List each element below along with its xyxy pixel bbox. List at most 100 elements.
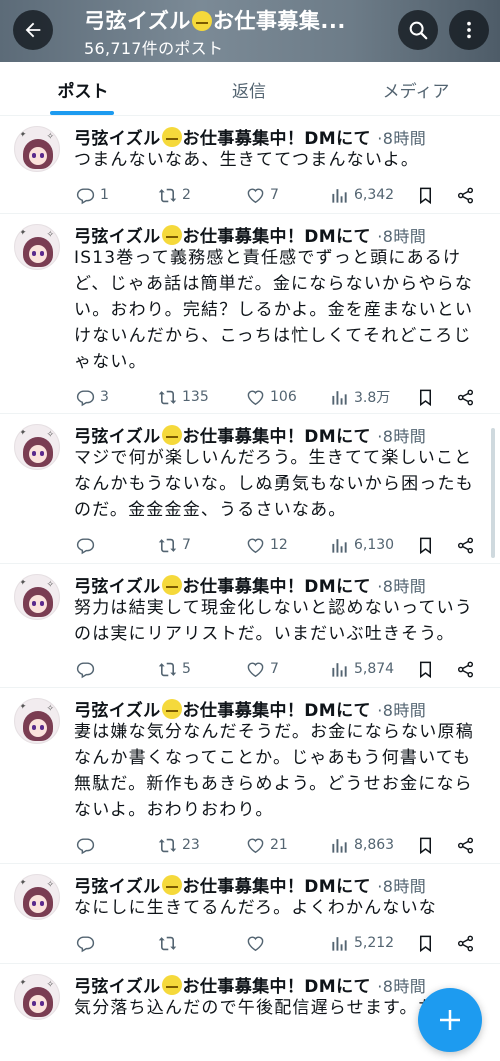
- sparkle-icon: ✦: [19, 130, 27, 140]
- views-button[interactable]: 8,863: [330, 833, 394, 857]
- views-button[interactable]: 6,342: [330, 183, 394, 207]
- like-button[interactable]: 12: [246, 533, 288, 557]
- tab-posts[interactable]: ポスト: [0, 62, 166, 116]
- post-author[interactable]: 弓弦イズル お仕事募集中！DMにて ·8時間: [74, 572, 426, 597]
- arrow-left-icon: [25, 22, 41, 38]
- tab-media[interactable]: メディア: [332, 62, 500, 116]
- avatar[interactable]: ✦ ✧: [14, 974, 60, 1020]
- post-author[interactable]: 弓弦イズル お仕事募集中！DMにて ·8時間: [74, 222, 426, 247]
- retweet-button[interactable]: [158, 931, 182, 955]
- reply-button[interactable]: [76, 1057, 100, 1061]
- more-button[interactable]: [449, 10, 489, 50]
- views-icon: [332, 936, 347, 951]
- view-count: 6,342: [354, 187, 395, 203]
- author-name-suffix: お仕事募集中！DMにて: [182, 427, 371, 447]
- share-button[interactable]: [456, 1057, 480, 1061]
- like-button[interactable]: 106: [246, 385, 297, 409]
- share-button[interactable]: [456, 931, 480, 955]
- reply-button[interactable]: [76, 931, 100, 955]
- bookmark-button[interactable]: [416, 931, 440, 955]
- post[interactable]: ✦ ✧ 弓弦イズル お仕事募集中！DMにて ·8時間 IS13巻って義務感と責任感…: [0, 214, 500, 414]
- search-button[interactable]: [398, 10, 438, 50]
- reply-count: 3: [100, 389, 109, 405]
- scrollbar[interactable]: [491, 428, 495, 558]
- like-button[interactable]: [246, 931, 270, 955]
- author-name: 弓弦イズル: [74, 227, 161, 247]
- reply-button[interactable]: 1: [76, 183, 109, 207]
- post-author[interactable]: 弓弦イズル お仕事募集中！DMにて ·8時間: [74, 124, 426, 149]
- back-button[interactable]: [13, 10, 53, 50]
- melting-face-emoji-icon: [191, 11, 212, 31]
- like-count: 7: [270, 661, 279, 677]
- retweet-icon: [158, 838, 177, 852]
- sparkle-icon: ✦: [19, 978, 27, 988]
- post-author[interactable]: 弓弦イズル お仕事募集中！DMにて ·8時間: [74, 696, 426, 721]
- views-button[interactable]: 5,874: [330, 657, 394, 681]
- avatar[interactable]: ✦ ✧: [14, 424, 60, 470]
- retweet-button[interactable]: 5: [158, 657, 191, 681]
- post-author[interactable]: 弓弦イズル お仕事募集中！DMにて ·8時間: [74, 972, 426, 997]
- post[interactable]: ✦ ✧ 弓弦イズル お仕事募集中！DMにて ·8時間 つまんないなあ、生きててつま…: [0, 116, 500, 214]
- profile-title: 弓弦イズル お仕事募集...: [84, 5, 384, 35]
- sparkle-icon: ✧: [46, 880, 54, 890]
- bookmark-button[interactable]: [416, 833, 440, 857]
- avatar[interactable]: ✦ ✧: [14, 698, 60, 744]
- compose-button[interactable]: [418, 988, 482, 1052]
- retweet-button[interactable]: [158, 1057, 182, 1061]
- share-icon: [457, 537, 474, 553]
- retweet-button[interactable]: 23: [158, 833, 200, 857]
- views-button[interactable]: 3.8万: [330, 385, 390, 409]
- avatar[interactable]: ✦ ✧: [14, 126, 60, 172]
- heart-icon: [247, 837, 264, 853]
- like-button[interactable]: 21: [246, 833, 288, 857]
- post-author[interactable]: 弓弦イズル お仕事募集中！DMにて ·8時間: [74, 872, 426, 897]
- view-count: 3.8万: [354, 390, 391, 406]
- views-button[interactable]: [330, 1057, 354, 1061]
- share-button[interactable]: [456, 533, 480, 557]
- sparkle-icon: ✦: [19, 428, 27, 438]
- author-name-suffix: お仕事募集中！DMにて: [182, 877, 371, 897]
- post-time: ·8時間: [377, 129, 427, 148]
- post[interactable]: ✦ ✧ 弓弦イズル お仕事募集中！DMにて ·8時間 なにしに生きてるんだろ。よく…: [0, 864, 500, 964]
- reply-button[interactable]: [76, 657, 100, 681]
- like-button[interactable]: 7: [246, 657, 279, 681]
- bookmark-icon: [419, 537, 432, 554]
- avatar[interactable]: ✦ ✧: [14, 874, 60, 920]
- view-count: 6,130: [354, 537, 395, 553]
- retweet-button[interactable]: 135: [158, 385, 209, 409]
- share-button[interactable]: [456, 657, 480, 681]
- views-button[interactable]: 5,212: [330, 931, 394, 955]
- heart-icon: [247, 389, 264, 405]
- share-button[interactable]: [456, 385, 480, 409]
- bookmark-icon: [419, 389, 432, 406]
- bookmark-button[interactable]: [416, 1057, 440, 1061]
- bookmark-button[interactable]: [416, 385, 440, 409]
- post[interactable]: ✦ ✧ 弓弦イズル お仕事募集中！DMにて ·8時間 マジで何が楽しいんだろう。生…: [0, 414, 500, 564]
- share-button[interactable]: [456, 183, 480, 207]
- bookmark-button[interactable]: [416, 533, 440, 557]
- reply-button[interactable]: [76, 833, 100, 857]
- post[interactable]: ✦ ✧ 弓弦イズル お仕事募集中！DMにて ·8時間 努力は結実して現金化しないと…: [0, 564, 500, 688]
- tab-replies[interactable]: 返信: [166, 62, 332, 116]
- like-button[interactable]: 7: [246, 183, 279, 207]
- avatar[interactable]: ✦ ✧: [14, 574, 60, 620]
- post-time: ·8時間: [377, 577, 427, 596]
- retweet-button[interactable]: 2: [158, 183, 191, 207]
- views-icon: [332, 662, 347, 677]
- more-vertical-icon: [467, 21, 471, 39]
- bookmark-button[interactable]: [416, 657, 440, 681]
- reply-button[interactable]: 3: [76, 385, 109, 409]
- avatar[interactable]: ✦ ✧: [14, 224, 60, 270]
- like-button[interactable]: [246, 1057, 270, 1061]
- retweet-count: 135: [182, 389, 209, 405]
- views-button[interactable]: 6,130: [330, 533, 394, 557]
- reply-button[interactable]: [76, 533, 100, 557]
- bookmark-button[interactable]: [416, 183, 440, 207]
- post[interactable]: ✦ ✧ 弓弦イズル お仕事募集中！DMにて ·8時間 妻は嫌な気分なんだそうだ。お…: [0, 688, 500, 864]
- share-button[interactable]: [456, 833, 480, 857]
- post-actions: 5 7 5,874: [72, 657, 492, 681]
- post-time: ·8時間: [377, 701, 427, 720]
- retweet-button[interactable]: 7: [158, 533, 191, 557]
- post-author[interactable]: 弓弦イズル お仕事募集中！DMにて ·8時間: [74, 422, 426, 447]
- like-count: 12: [270, 537, 288, 553]
